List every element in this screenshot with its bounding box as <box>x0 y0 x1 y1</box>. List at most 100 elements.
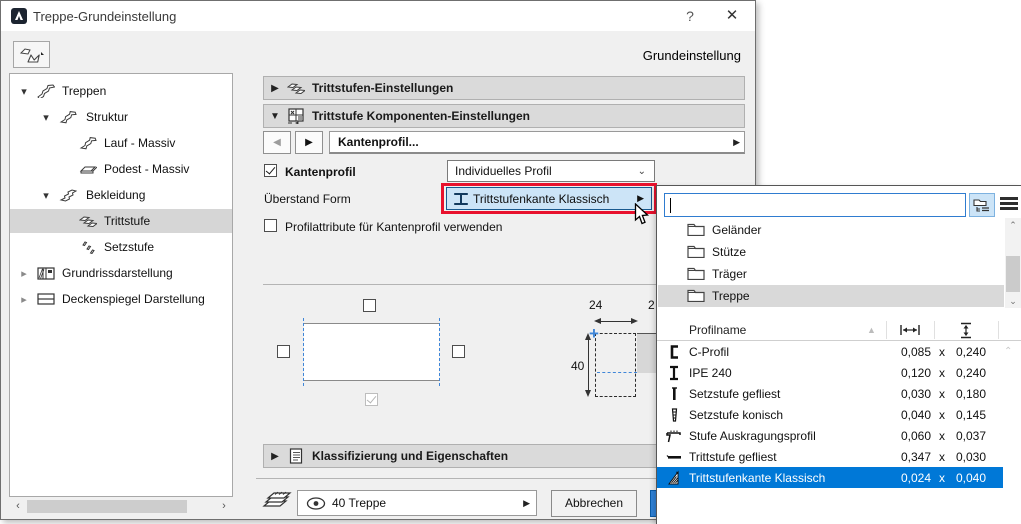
column-separator <box>998 321 999 339</box>
origin-cross-icon: + <box>589 329 599 339</box>
expand-icon[interactable]: ▾ <box>40 189 52 202</box>
tree-item-treppen[interactable]: ▾ Treppen <box>10 79 232 103</box>
mode-label: Grundeinstellung <box>643 48 741 63</box>
profile-search-input[interactable] <box>664 193 966 217</box>
profile-name: Setzstufe gefliest <box>689 387 780 401</box>
folder-list-scrollbar[interactable]: ⌃ ⌄ <box>1005 218 1021 308</box>
ibeam-glyph-icon <box>666 364 682 381</box>
profile-row-ipe-240[interactable]: IPE 240 0,120 x 0,240 <box>657 362 1003 383</box>
profile-name: Trittstufenkante Klassisch <box>689 471 825 485</box>
subtab-label: Kantenprofil... <box>338 135 419 149</box>
tree-item-setzstufe[interactable]: Setzstufe <box>10 235 232 259</box>
profile-width: 0,040 <box>877 408 931 422</box>
dialog-toolbar: Grundeinstellung <box>1 31 755 69</box>
height-column-icon[interactable] <box>960 322 972 339</box>
profile-height: 0,180 <box>952 387 986 401</box>
reference-line-dashed <box>597 372 637 373</box>
c-profile-glyph-icon <box>666 343 682 360</box>
scroll-right-icon[interactable]: › <box>217 499 231 514</box>
dimension-separator: x <box>936 387 948 401</box>
tree-item-lauf-massiv[interactable]: Lauf - Massiv <box>10 131 232 155</box>
folder-item-traeger[interactable]: Träger <box>658 263 1004 285</box>
eye-icon <box>306 497 326 510</box>
tree-view-toggle-button[interactable] <box>969 193 995 217</box>
preview-right-checkbox[interactable] <box>452 345 465 358</box>
edge-profile-subtab[interactable]: Kantenprofil... ▶ <box>329 131 745 154</box>
next-component-button[interactable]: ▶ <box>295 131 323 154</box>
profile-row-stufe-auskragungsprofil[interactable]: Stufe Auskragungsprofil 0,060 x 0,037 <box>657 425 1003 446</box>
expand-icon[interactable]: ▾ <box>18 85 30 98</box>
component-settings-icon <box>286 107 306 125</box>
close-button[interactable]: ✕ <box>719 5 745 27</box>
column-header-name[interactable]: Profilname <box>689 323 746 337</box>
collapse-icon[interactable]: ▸ <box>18 267 30 280</box>
chevron-right-icon[interactable]: ▶ <box>733 137 740 148</box>
scroll-down-icon[interactable]: ⌄ <box>1005 294 1021 308</box>
tree-item-struktur[interactable]: ▾ Struktur <box>10 105 232 129</box>
tree-item-grundrissdarstellung[interactable]: ▸ Grundrissdarstellung <box>10 261 232 285</box>
edge-profile-dropdown[interactable]: Individuelles Profil ⌄ <box>447 160 655 182</box>
cancel-button[interactable]: Abbrechen <box>551 490 637 517</box>
dimension-separator: x <box>936 366 948 380</box>
scrollbar-thumb[interactable] <box>27 500 187 513</box>
list-view-icon[interactable] <box>1000 197 1018 213</box>
table-scroll-up-icon[interactable]: ⌃ <box>1004 346 1012 357</box>
title-bar[interactable]: Treppe-Grundeinstellung ? ✕ <box>1 1 755 31</box>
collapse-icon[interactable]: ▸ <box>18 293 30 306</box>
profile-row-trittstufe-gefliest[interactable]: Trittstufe gefliest 0,347 x 0,030 <box>657 446 1003 467</box>
folder-item-stuetze[interactable]: Stütze <box>658 241 1004 263</box>
section-label: Trittstufe Komponenten-Einstellungen <box>312 109 530 123</box>
prev-component-button[interactable]: ◀ <box>263 131 291 154</box>
help-button[interactable]: ? <box>677 5 703 27</box>
folder-item-gelaender[interactable]: Geländer <box>658 219 1004 241</box>
profile-name: Stufe Auskragungsprofil <box>689 429 816 443</box>
section-component-settings[interactable]: ▼ Trittstufe Komponenten-Einstellungen <box>263 104 745 128</box>
tree-item-label: Trittstufe <box>104 214 150 228</box>
scrollbar-thumb[interactable] <box>1006 256 1020 292</box>
preview-top-checkbox[interactable] <box>363 299 376 312</box>
tree-item-trittstufe[interactable]: Trittstufe <box>10 209 232 233</box>
section-label: Klassifizierung und Eigenschaften <box>312 449 508 463</box>
dim-width-value: 24 <box>589 298 602 312</box>
profile-name: Setzstufe konisch <box>689 408 783 422</box>
dropdown-value: Individuelles Profil <box>455 164 552 178</box>
profile-row-setzstufe-gefliest[interactable]: Setzstufe gefliest 0,030 x 0,180 <box>657 383 1003 404</box>
sort-ascending-icon[interactable]: ▲ <box>867 325 876 335</box>
overhang-form-button[interactable]: Trittstufenkante Klassisch ▶ <box>446 187 652 210</box>
folder-icon <box>687 244 705 261</box>
edge-profile-checkbox[interactable] <box>264 164 277 177</box>
dim-height-line <box>588 336 589 394</box>
profile-width: 0,030 <box>877 387 931 401</box>
tree-item-label: Grundrissdarstellung <box>62 266 173 280</box>
expand-icon[interactable]: ▾ <box>40 111 52 124</box>
profile-width: 0,347 <box>877 450 931 464</box>
tree-item-label: Deckenspiegel Darstellung <box>62 292 205 306</box>
section-tread-settings[interactable]: ▶ Trittstufen-Einstellungen <box>263 76 745 100</box>
layer-selector[interactable]: 40 Treppe ▶ <box>297 490 537 516</box>
collapse-icon: ▶ <box>264 451 286 462</box>
tree-horizontal-scrollbar[interactable]: ‹ › <box>9 499 233 514</box>
folder-tree-view-icon <box>973 197 991 213</box>
scroll-up-icon[interactable]: ⌃ <box>1005 218 1021 232</box>
tree-item-label: Podest - Massiv <box>104 162 189 176</box>
structure-stairs-icon <box>58 109 78 125</box>
favorites-button[interactable] <box>13 41 50 68</box>
cladding-stairs-icon <box>58 187 78 203</box>
stair-settings-dialog: Treppe-Grundeinstellung ? ✕ Grundeinstel… <box>0 0 756 520</box>
folder-icon <box>687 288 705 305</box>
folder-item-treppe[interactable]: Treppe <box>658 285 1004 307</box>
profile-row-c-profil[interactable]: C-Profil 0,085 x 0,240 <box>657 341 1003 362</box>
folder-label: Treppe <box>712 289 750 303</box>
tree-item-deckenspiegel[interactable]: ▸ Deckenspiegel Darstellung <box>10 287 232 311</box>
tree-item-bekleidung[interactable]: ▾ Bekleidung <box>10 183 232 207</box>
profile-row-trittstufenkante-klassisch[interactable]: Trittstufenkante Klassisch 0,024 x 0,040 <box>657 467 1003 488</box>
profile-attributes-checkbox[interactable] <box>264 219 277 232</box>
profile-table-header[interactable]: Profilname ▲ <box>657 319 1021 341</box>
profile-row-setzstufe-konisch[interactable]: Setzstufe konisch 0,040 x 0,145 <box>657 404 1003 425</box>
scroll-left-icon[interactable]: ‹ <box>11 499 25 514</box>
tree-item-podest-massiv[interactable]: Podest - Massiv <box>10 157 232 181</box>
profile-height: 0,240 <box>952 366 986 380</box>
width-column-icon[interactable] <box>899 324 921 336</box>
preview-left-checkbox[interactable] <box>277 345 290 358</box>
tree-item-label: Struktur <box>86 110 128 124</box>
